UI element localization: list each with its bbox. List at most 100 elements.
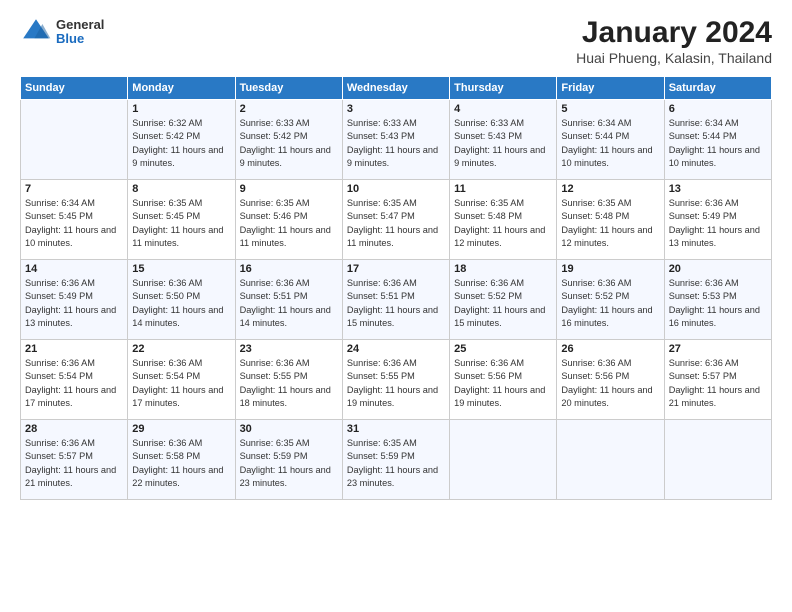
cell-w4d3: 23 Sunrise: 6:36 AMSunset: 5:55 PMDayligh… (235, 340, 342, 420)
day-number: 27 (669, 343, 767, 355)
day-number: 1 (132, 103, 230, 115)
day-number: 13 (669, 183, 767, 195)
day-number: 23 (240, 343, 338, 355)
logo: General Blue (20, 16, 104, 48)
logo-icon (20, 16, 52, 48)
title-block: January 2024 Huai Phueng, Kalasin, Thail… (576, 16, 772, 66)
day-detail: Sunrise: 6:36 AMSunset: 5:52 PMDaylight:… (561, 277, 659, 330)
month-title: January 2024 (576, 16, 772, 50)
day-number: 18 (454, 263, 552, 275)
cell-w4d6: 26 Sunrise: 6:36 AMSunset: 5:56 PMDayligh… (557, 340, 664, 420)
day-detail: Sunrise: 6:36 AMSunset: 5:52 PMDaylight:… (454, 277, 552, 330)
day-number: 17 (347, 263, 445, 275)
day-number: 11 (454, 183, 552, 195)
cell-w2d5: 11Sunrise: 6:35 AMSunset: 5:48 PMDayligh… (450, 180, 557, 260)
header-row: Sunday Monday Tuesday Wednesday Thursday… (21, 77, 772, 100)
day-detail: Sunrise: 6:35 AMSunset: 5:48 PMDaylight:… (561, 197, 659, 250)
col-monday: Monday (128, 77, 235, 100)
cell-w5d1: 28 Sunrise: 6:36 AMSunset: 5:57 PMDayligh… (21, 420, 128, 500)
cell-w5d6 (557, 420, 664, 500)
col-sunday: Sunday (21, 77, 128, 100)
day-number: 26 (561, 343, 659, 355)
cell-w2d6: 12 Sunrise: 6:35 AMSunset: 5:48 PMDayligh… (557, 180, 664, 260)
col-saturday: Saturday (664, 77, 771, 100)
day-number: 19 (561, 263, 659, 275)
day-detail: Sunrise: 6:36 AMSunset: 5:54 PMDaylight:… (132, 357, 230, 410)
day-number: 2 (240, 103, 338, 115)
day-detail: Sunrise: 6:35 AMSunset: 5:59 PMDaylight:… (240, 437, 338, 490)
cell-w3d1: 14Sunrise: 6:36 AMSunset: 5:49 PMDayligh… (21, 260, 128, 340)
day-number: 16 (240, 263, 338, 275)
cell-w5d2: 29 Sunrise: 6:36 AMSunset: 5:58 PMDayligh… (128, 420, 235, 500)
day-number: 28 (25, 423, 123, 435)
week-row-4: 21Sunrise: 6:36 AMSunset: 5:54 PMDayligh… (21, 340, 772, 420)
day-detail: Sunrise: 6:36 AMSunset: 5:56 PMDaylight:… (561, 357, 659, 410)
cell-w1d7: 6 Sunrise: 6:34 AMSunset: 5:44 PMDaylight… (664, 100, 771, 180)
logo-text: General Blue (56, 18, 104, 47)
day-detail: Sunrise: 6:35 AMSunset: 5:46 PMDaylight:… (240, 197, 338, 250)
col-thursday: Thursday (450, 77, 557, 100)
cell-w1d3: 2Sunrise: 6:33 AMSunset: 5:42 PMDaylight… (235, 100, 342, 180)
cell-w4d5: 25 Sunrise: 6:36 AMSunset: 5:56 PMDayligh… (450, 340, 557, 420)
week-row-2: 7 Sunrise: 6:34 AMSunset: 5:45 PMDaylight… (21, 180, 772, 260)
day-detail: Sunrise: 6:34 AMSunset: 5:44 PMDaylight:… (561, 117, 659, 170)
logo-general: General (56, 18, 104, 32)
day-number: 15 (132, 263, 230, 275)
week-row-1: 1Sunrise: 6:32 AMSunset: 5:42 PMDaylight… (21, 100, 772, 180)
day-number: 10 (347, 183, 445, 195)
calendar-header: Sunday Monday Tuesday Wednesday Thursday… (21, 77, 772, 100)
cell-w2d1: 7 Sunrise: 6:34 AMSunset: 5:45 PMDaylight… (21, 180, 128, 260)
day-detail: Sunrise: 6:36 AMSunset: 5:58 PMDaylight:… (132, 437, 230, 490)
location: Huai Phueng, Kalasin, Thailand (576, 50, 772, 66)
day-detail: Sunrise: 6:36 AMSunset: 5:51 PMDaylight:… (240, 277, 338, 330)
cell-w5d4: 31 Sunrise: 6:35 AMSunset: 5:59 PMDayligh… (342, 420, 449, 500)
header: General Blue January 2024 Huai Phueng, K… (20, 16, 772, 66)
day-detail: Sunrise: 6:35 AMSunset: 5:45 PMDaylight:… (132, 197, 230, 250)
day-detail: Sunrise: 6:34 AMSunset: 5:44 PMDaylight:… (669, 117, 767, 170)
cell-w4d2: 22 Sunrise: 6:36 AMSunset: 5:54 PMDayligh… (128, 340, 235, 420)
cell-w2d2: 8 Sunrise: 6:35 AMSunset: 5:45 PMDaylight… (128, 180, 235, 260)
cell-w1d4: 3Sunrise: 6:33 AMSunset: 5:43 PMDaylight… (342, 100, 449, 180)
day-detail: Sunrise: 6:34 AMSunset: 5:45 PMDaylight:… (25, 197, 123, 250)
day-number: 14 (25, 263, 123, 275)
day-detail: Sunrise: 6:36 AMSunset: 5:55 PMDaylight:… (347, 357, 445, 410)
day-number: 8 (132, 183, 230, 195)
day-number: 4 (454, 103, 552, 115)
day-detail: Sunrise: 6:36 AMSunset: 5:57 PMDaylight:… (25, 437, 123, 490)
cell-w2d4: 10 Sunrise: 6:35 AMSunset: 5:47 PMDayligh… (342, 180, 449, 260)
week-row-5: 28 Sunrise: 6:36 AMSunset: 5:57 PMDayligh… (21, 420, 772, 500)
day-detail: Sunrise: 6:35 AMSunset: 5:47 PMDaylight:… (347, 197, 445, 250)
day-number: 31 (347, 423, 445, 435)
cell-w3d6: 19 Sunrise: 6:36 AMSunset: 5:52 PMDayligh… (557, 260, 664, 340)
cell-w4d4: 24 Sunrise: 6:36 AMSunset: 5:55 PMDayligh… (342, 340, 449, 420)
col-wednesday: Wednesday (342, 77, 449, 100)
day-number: 22 (132, 343, 230, 355)
cell-w1d2: 1Sunrise: 6:32 AMSunset: 5:42 PMDaylight… (128, 100, 235, 180)
day-detail: Sunrise: 6:35 AMSunset: 5:59 PMDaylight:… (347, 437, 445, 490)
day-number: 29 (132, 423, 230, 435)
day-detail: Sunrise: 6:33 AMSunset: 5:43 PMDaylight:… (454, 117, 552, 170)
col-friday: Friday (557, 77, 664, 100)
day-detail: Sunrise: 6:36 AMSunset: 5:55 PMDaylight:… (240, 357, 338, 410)
day-number: 9 (240, 183, 338, 195)
week-row-3: 14Sunrise: 6:36 AMSunset: 5:49 PMDayligh… (21, 260, 772, 340)
day-number: 6 (669, 103, 767, 115)
day-detail: Sunrise: 6:36 AMSunset: 5:51 PMDaylight:… (347, 277, 445, 330)
day-detail: Sunrise: 6:36 AMSunset: 5:56 PMDaylight:… (454, 357, 552, 410)
day-number: 20 (669, 263, 767, 275)
cell-w1d6: 5 Sunrise: 6:34 AMSunset: 5:44 PMDaylight… (557, 100, 664, 180)
day-detail: Sunrise: 6:36 AMSunset: 5:50 PMDaylight:… (132, 277, 230, 330)
day-detail: Sunrise: 6:36 AMSunset: 5:57 PMDaylight:… (669, 357, 767, 410)
day-number: 30 (240, 423, 338, 435)
day-number: 12 (561, 183, 659, 195)
day-number: 7 (25, 183, 123, 195)
day-detail: Sunrise: 6:36 AMSunset: 5:49 PMDaylight:… (669, 197, 767, 250)
day-number: 24 (347, 343, 445, 355)
day-number: 5 (561, 103, 659, 115)
cell-w3d7: 20 Sunrise: 6:36 AMSunset: 5:53 PMDayligh… (664, 260, 771, 340)
day-detail: Sunrise: 6:36 AMSunset: 5:53 PMDaylight:… (669, 277, 767, 330)
cell-w2d3: 9 Sunrise: 6:35 AMSunset: 5:46 PMDaylight… (235, 180, 342, 260)
day-number: 25 (454, 343, 552, 355)
cell-w5d7 (664, 420, 771, 500)
cell-w4d1: 21Sunrise: 6:36 AMSunset: 5:54 PMDayligh… (21, 340, 128, 420)
